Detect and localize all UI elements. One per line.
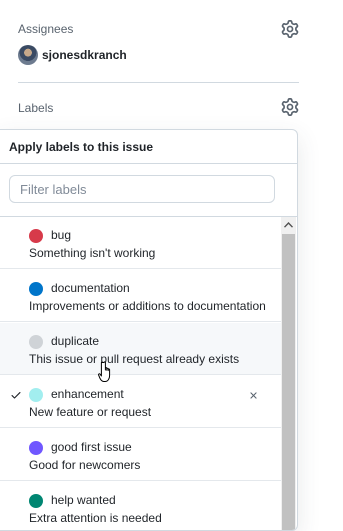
labels-heading-text: Labels	[18, 101, 54, 115]
label-color-swatch	[29, 388, 43, 402]
label-description: Good for newcomers	[29, 458, 141, 472]
label-item-bug[interactable]: bug Something isn't working	[0, 217, 281, 269]
label-item-good-first-issue[interactable]: good first issue Good for newcomers	[0, 429, 281, 481]
assignees-gear-icon[interactable]	[281, 20, 299, 38]
x-icon[interactable]	[248, 390, 259, 401]
label-color-swatch	[29, 335, 43, 349]
label-name: duplicate	[51, 334, 100, 348]
chevron-up-icon	[284, 222, 293, 228]
assignees-heading-text: Assignees	[18, 22, 74, 36]
label-name: documentation	[51, 281, 130, 295]
assignee-item[interactable]: sjonesdkranch	[18, 45, 127, 65]
label-item-help-wanted[interactable]: help wanted Extra attention is needed	[0, 482, 281, 530]
label-description: Extra attention is needed	[29, 511, 162, 525]
label-description: Improvements or additions to documentati…	[29, 299, 266, 313]
labels-heading: Labels	[18, 98, 299, 118]
label-item-duplicate[interactable]: duplicate This issue or pull request alr…	[0, 323, 281, 375]
check-icon	[11, 392, 21, 399]
label-item-documentation[interactable]: documentation Improvements or additions …	[0, 270, 281, 322]
scrollbar[interactable]	[281, 217, 296, 530]
label-color-swatch	[29, 229, 43, 243]
assignees-heading: Assignees	[18, 19, 299, 39]
label-name: bug	[51, 228, 72, 242]
issue-sidebar: Assignees sjonesdkranch Labels Apply lab…	[0, 0, 343, 531]
label-name: good first issue	[51, 440, 132, 454]
label-picker-header: Apply labels to this issue	[0, 130, 297, 164]
label-color-swatch	[29, 282, 43, 296]
label-description: Something isn't working	[29, 246, 156, 260]
scrollbar-thumb[interactable]	[282, 234, 295, 530]
label-name: help wanted	[51, 493, 116, 507]
divider	[18, 82, 299, 83]
filter-labels-input[interactable]	[9, 175, 275, 203]
labels-gear-icon[interactable]	[281, 98, 299, 116]
assignee-username[interactable]: sjonesdkranch	[42, 48, 127, 62]
label-picker-panel: Apply labels to this issue bug Something…	[0, 129, 298, 531]
filter-section	[0, 164, 297, 217]
avatar	[18, 45, 38, 65]
label-name: enhancement	[51, 387, 124, 401]
label-color-swatch	[29, 441, 43, 455]
label-description: New feature or request	[29, 405, 152, 419]
scroll-up-button[interactable]	[281, 217, 296, 233]
label-item-enhancement[interactable]: enhancement New feature or request	[0, 376, 281, 428]
label-color-swatch	[29, 494, 43, 508]
label-picker-title: Apply labels to this issue	[9, 139, 154, 154]
label-description: This issue or pull request already exist…	[29, 352, 240, 366]
label-list: bug Something isn't working documentatio…	[0, 217, 297, 530]
